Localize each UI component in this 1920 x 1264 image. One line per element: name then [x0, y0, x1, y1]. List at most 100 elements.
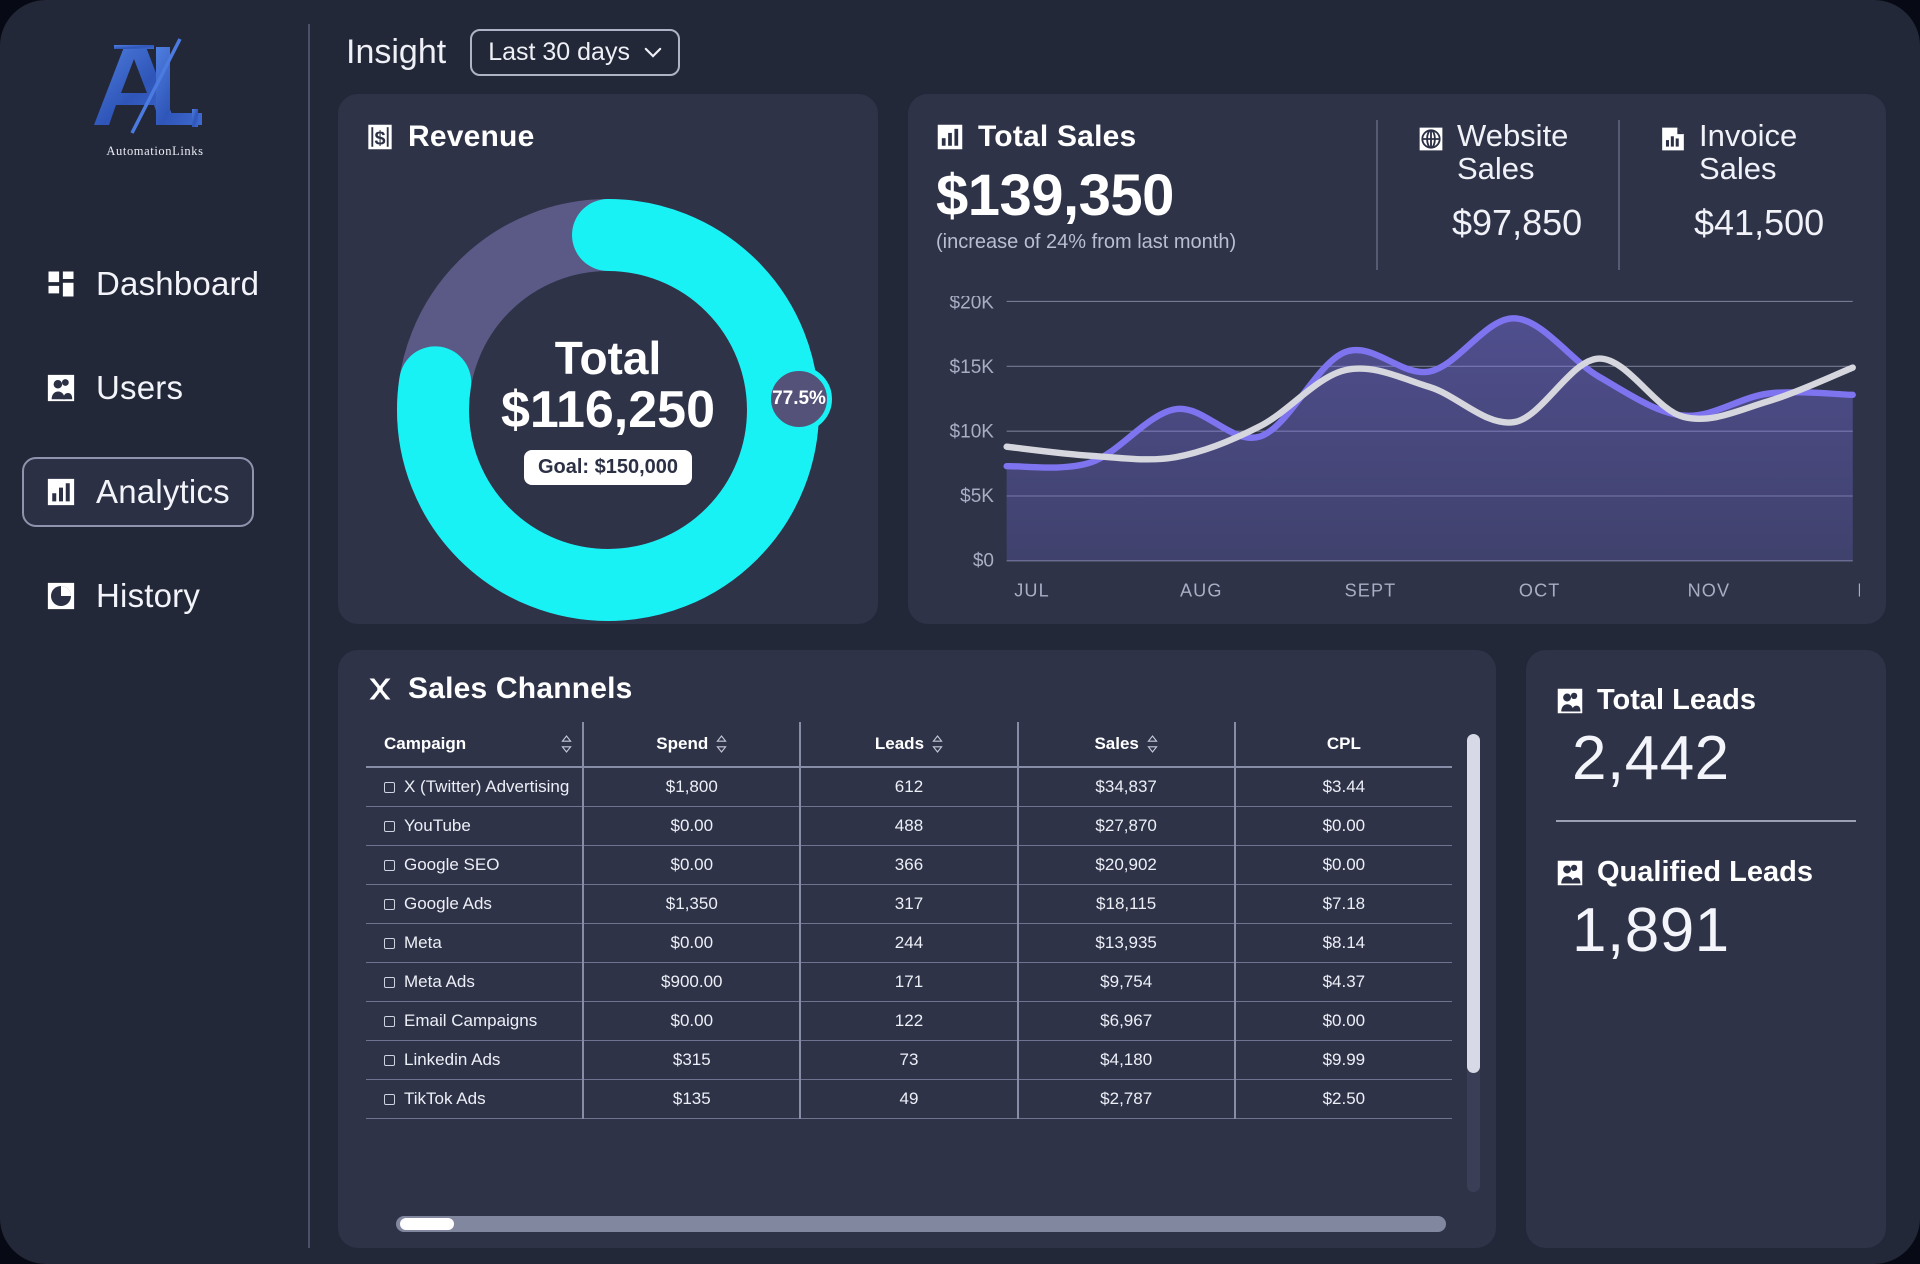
cell-spend: $0.00	[583, 923, 802, 963]
table-row[interactable]: Meta Ads $900.00 171 $9,754 $4.37	[366, 962, 1452, 1002]
row-checkbox[interactable]	[384, 860, 395, 871]
sidebar-nav: Dashboard Users Analytics History	[0, 249, 310, 631]
cell-leads: 49	[800, 1079, 1019, 1119]
total-sales-card: Total Sales $139,350 (increase of 24% fr…	[908, 94, 1886, 624]
revenue-card: $ Revenue Total $116,250 Goal: $150,000 …	[338, 94, 878, 624]
cell-cpl: $4.37	[1234, 962, 1452, 1002]
sales-channels-title: Sales Channels	[408, 672, 633, 705]
row-checkbox[interactable]	[384, 782, 395, 793]
table-row[interactable]: Google Ads $1,350 317 $18,115 $7.18	[366, 884, 1452, 924]
cell-campaign: Meta Ads	[366, 962, 585, 1002]
sort-arrows-icon[interactable]	[1147, 735, 1158, 753]
revenue-title: Revenue	[408, 120, 535, 153]
column-header-label: Spend	[656, 734, 709, 753]
logo-monogram-icon	[94, 37, 202, 134]
total-leads-block: Total Leads 2,442	[1556, 684, 1856, 794]
campaign-name: TikTok Ads	[404, 1089, 486, 1108]
bar-chart-icon	[937, 124, 963, 150]
row-checkbox[interactable]	[384, 1016, 395, 1027]
cell-cpl: $3.44	[1234, 767, 1452, 807]
cell-campaign: Meta	[366, 923, 585, 963]
sales-line-chart: $0 $5K $10K $15K $20K JUL AUG SEPT OCT NOV DEC	[936, 296, 1860, 610]
channels-table-body: X (Twitter) Advertising $1,800 612 $34,837 $…	[366, 767, 1452, 1119]
column-header-campaign[interactable]: Campaign	[366, 722, 585, 768]
cell-cpl: $7.18	[1234, 884, 1452, 924]
row-checkbox[interactable]	[384, 977, 395, 988]
sidebar-item-users[interactable]: Users	[22, 353, 207, 423]
table-horizontal-scrollbar[interactable]	[396, 1216, 1446, 1232]
sidebar-item-analytics[interactable]: Analytics	[22, 457, 254, 527]
sidebar-item-history[interactable]: History	[22, 561, 224, 631]
cell-sales: $6,967	[1017, 1001, 1236, 1041]
chart-xtick-label: DEC	[1857, 581, 1860, 601]
total-leads-title: Total Leads	[1597, 684, 1756, 716]
cell-cpl: $0.00	[1234, 845, 1452, 885]
sidebar-divider	[308, 24, 310, 1248]
chevron-down-icon	[644, 47, 662, 58]
table-row[interactable]: TikTok Ads $135 49 $2,787 $2.50	[366, 1079, 1452, 1119]
table-vertical-scrollbar[interactable]	[1467, 734, 1480, 1192]
cell-sales: $2,787	[1017, 1079, 1236, 1119]
column-header-sales[interactable]: Sales	[1017, 722, 1236, 768]
table-row[interactable]: Google SEO $0.00 366 $20,902 $0.00	[366, 845, 1452, 885]
cell-campaign: Email Campaigns	[366, 1001, 585, 1041]
brand-logo: AutomationLinks	[60, 30, 250, 165]
topbar: Insight Last 30 days	[338, 22, 1886, 82]
chart-ytick-label: $20K	[950, 296, 995, 314]
column-header-spend[interactable]: Spend	[583, 722, 802, 768]
table-row[interactable]: X (Twitter) Advertising $1,800 612 $34,837 $…	[366, 767, 1452, 807]
top-cards-row: $ Revenue Total $116,250 Goal: $150,000 …	[338, 94, 1886, 624]
cell-cpl: $8.14	[1234, 923, 1452, 963]
chart-xtick-label: SEPT	[1345, 581, 1397, 601]
channels-table-scroll[interactable]: Campaign Spend Leads Sales CPL X (Twitter) A…	[366, 722, 1474, 1206]
bottom-cards-row: Sales Channels Campaign Spend Leads Sales CP…	[338, 650, 1886, 1248]
table-row[interactable]: Meta $0.00 244 $13,935 $8.14	[366, 923, 1452, 963]
cell-leads: 488	[800, 806, 1019, 846]
table-horizontal-scroll-thumb[interactable]	[400, 1218, 454, 1230]
cell-spend: $900.00	[583, 962, 802, 1002]
total-leads-value: 2,442	[1572, 724, 1730, 793]
revenue-percent-badge: 77.5%	[766, 366, 832, 432]
row-checkbox[interactable]	[384, 899, 395, 910]
campaign-name: Email Campaigns	[404, 1011, 538, 1030]
cell-cpl: $0.00	[1234, 1001, 1452, 1041]
channels-table-head: Campaign Spend Leads Sales CPL	[366, 722, 1452, 768]
campaign-name: Google SEO	[404, 855, 500, 874]
cell-campaign: X (Twitter) Advertising	[366, 767, 585, 807]
sort-arrows-icon[interactable]	[932, 735, 943, 753]
website-sales-value: $97,850	[1452, 201, 1583, 243]
sidebar-item-dashboard[interactable]: Dashboard	[22, 249, 283, 319]
column-header-label: Campaign	[384, 734, 467, 753]
invoice-sales-value: $41,500	[1694, 201, 1825, 243]
cell-cpl: $0.00	[1234, 806, 1452, 846]
row-checkbox[interactable]	[384, 821, 395, 832]
sort-arrows-icon[interactable]	[716, 735, 727, 753]
leads-divider	[1556, 820, 1856, 822]
row-checkbox[interactable]	[384, 1055, 395, 1066]
cell-cpl: $9.99	[1234, 1040, 1452, 1080]
table-row[interactable]: YouTube $0.00 488 $27,870 $0.00	[366, 806, 1452, 846]
website-sales-stat: Website Sales $97,850	[1376, 119, 1618, 270]
table-row[interactable]: Email Campaigns $0.00 122 $6,967 $0.00	[366, 1001, 1452, 1041]
cell-sales: $18,115	[1017, 884, 1236, 924]
brand-name: AutomationLinks	[106, 143, 204, 158]
qualified-leads-block: Qualified Leads 1,891	[1556, 856, 1856, 966]
chart-xtick-label: JUL	[1014, 581, 1049, 601]
sales-channels-card: Sales Channels Campaign Spend Leads Sales CP…	[338, 650, 1496, 1248]
row-checkbox[interactable]	[384, 1094, 395, 1105]
total-sales-header: Total Sales	[936, 120, 1376, 154]
campaign-name: YouTube	[404, 816, 471, 835]
table-vertical-scroll-thumb[interactable]	[1467, 734, 1480, 1073]
invoice-sales-stat: Invoice Sales $41,500	[1618, 119, 1860, 270]
cell-leads: 171	[800, 962, 1019, 1002]
cell-sales: $20,902	[1017, 845, 1236, 885]
table-row[interactable]: Linkedin Ads $315 73 $4,180 $9.99	[366, 1040, 1452, 1080]
sort-arrows-icon[interactable]	[561, 735, 572, 753]
column-header-label: CPL	[1326, 734, 1361, 753]
row-checkbox[interactable]	[384, 938, 395, 949]
invoice-sales-header: Invoice Sales	[1660, 119, 1860, 186]
date-range-select[interactable]: Last 30 days	[470, 28, 680, 76]
sidebar-item-label: History	[96, 577, 201, 614]
column-header-leads[interactable]: Leads	[800, 722, 1019, 768]
svg-text:$: $	[374, 127, 385, 149]
